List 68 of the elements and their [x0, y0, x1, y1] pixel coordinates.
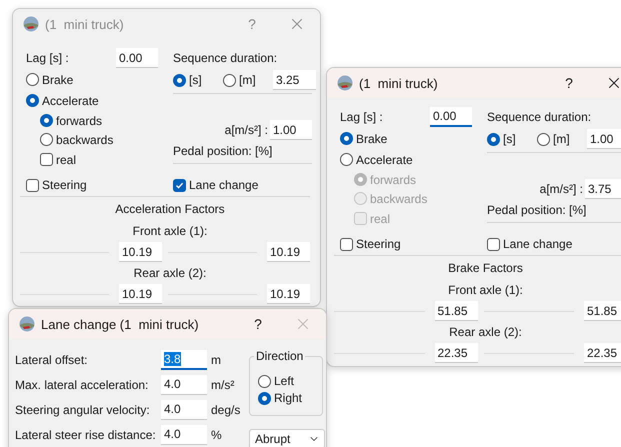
- axle-label: Rear axle (2):: [449, 324, 522, 341]
- factor-field[interactable]: 51.85: [434, 301, 478, 321]
- unit-label: m: [211, 352, 222, 366]
- check-icon: [175, 180, 184, 190]
- acceleration-label: a[m/s²] :: [224, 123, 268, 137]
- factor-field[interactable]: 22.35: [584, 343, 621, 363]
- window-title: Lane change (1 mini truck): [41, 316, 200, 332]
- mode-radio[interactable]: Accelerate: [340, 152, 413, 166]
- factor-field[interactable]: 22.35: [434, 343, 478, 363]
- window-title: (1 mini truck): [45, 16, 125, 32]
- factors-heading: Brake Factors: [448, 260, 523, 277]
- parameter-label: Lateral steer rise distance:: [15, 428, 157, 442]
- pedal-position-label: Pedal position: [%]: [487, 203, 586, 217]
- lane-change-checkbox[interactable]: Lane change: [173, 178, 258, 192]
- factor-field[interactable]: 10.19: [119, 242, 162, 262]
- steering-checkbox[interactable]: Steering: [340, 237, 401, 251]
- factor-field[interactable]: 10.19: [267, 284, 310, 304]
- mode-radio[interactable]: Brake: [340, 132, 388, 146]
- lag-label: Lag [s] :: [26, 51, 70, 65]
- factor-field[interactable]: 10.19: [119, 284, 162, 304]
- lag-label: Lag [s] :: [340, 110, 384, 124]
- parameter-label: Steering angular velocity:: [15, 402, 151, 416]
- duration-field[interactable]: 3.25: [273, 70, 316, 90]
- mode-radio[interactable]: Accelerate: [26, 94, 99, 108]
- axle-label: Front axle (1):: [132, 223, 208, 240]
- unit-radio[interactable]: [s]: [173, 73, 202, 87]
- direction-radio[interactable]: forwards: [40, 114, 102, 128]
- parameter-field[interactable]: 4.0: [161, 400, 207, 420]
- unit-radio[interactable]: [m]: [223, 73, 256, 87]
- window-title: (1 mini truck): [359, 76, 439, 90]
- acceleration-label: a[m/s²] :: [540, 182, 583, 196]
- unit-label: m/s²: [211, 378, 236, 392]
- acceleration-field[interactable]: 3.75: [585, 179, 621, 199]
- factor-field[interactable]: 51.85: [584, 301, 621, 321]
- profile-dropdown[interactable]: Abrupt: [249, 429, 325, 447]
- factor-field[interactable]: 10.19: [267, 242, 310, 262]
- app-icon: [337, 75, 353, 91]
- app-icon: [23, 16, 39, 32]
- unit-radio[interactable]: [m]: [537, 132, 570, 146]
- direction-radio[interactable]: Left: [258, 374, 322, 388]
- group-title: Direction: [254, 349, 306, 363]
- steering-checkbox[interactable]: Steering: [26, 178, 87, 192]
- help-button[interactable]: ?: [547, 75, 591, 91]
- parameter-label: Lateral offset:: [15, 352, 88, 366]
- acceleration-field[interactable]: 1.00: [270, 120, 312, 140]
- lag-field[interactable]: 0.00: [116, 48, 158, 68]
- axle-label: Front axle (1):: [448, 282, 523, 299]
- help-button[interactable]: ?: [236, 316, 280, 332]
- parameter-field[interactable]: 4.0: [161, 374, 207, 394]
- direction-radio[interactable]: Right: [258, 391, 322, 405]
- factors-heading: Acceleration Factors: [115, 201, 225, 218]
- parameter-field[interactable]: 3.8: [161, 350, 207, 370]
- duration-field[interactable]: 1.00: [587, 129, 621, 149]
- axle-label: Rear axle (2):: [134, 265, 206, 282]
- direction-radio[interactable]: backwards: [40, 132, 114, 146]
- lane-change-checkbox[interactable]: Lane change: [487, 237, 572, 251]
- unit-radio[interactable]: [s]: [487, 132, 516, 146]
- parameter-field[interactable]: 4.0: [161, 424, 207, 444]
- sequence-label: Sequence duration:: [487, 110, 592, 124]
- pedal-position-label: Pedal position: [%]: [173, 144, 272, 158]
- real-checkbox[interactable]: real: [40, 152, 76, 166]
- mode-radio[interactable]: Brake: [26, 72, 74, 86]
- sequence-label: Sequence duration:: [173, 51, 278, 65]
- lag-field[interactable]: 0.00: [430, 107, 472, 127]
- unit-label: %: [211, 428, 223, 442]
- unit-label: deg/s: [211, 402, 242, 416]
- parameter-label: Max. lateral acceleration:: [15, 378, 150, 392]
- app-icon: [19, 316, 35, 332]
